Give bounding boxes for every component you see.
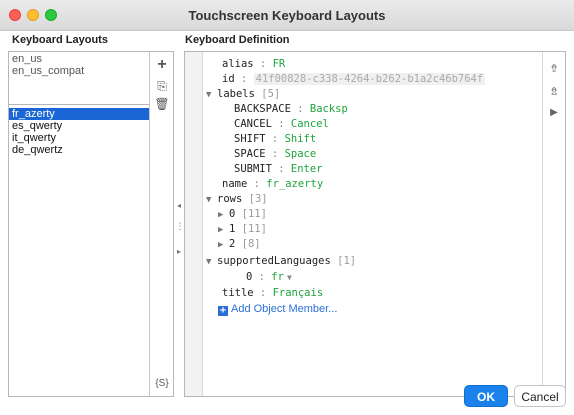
add-object-member-link[interactable]: + Add Object Member...: [218, 302, 337, 317]
tree-key: id: [222, 73, 235, 85]
add-layout-icon[interactable]: +: [150, 56, 174, 74]
tree-count: [5]: [261, 88, 281, 100]
delete-layout-icon[interactable]: 🗑: [150, 97, 174, 111]
tree-value: Français: [272, 287, 324, 299]
tree-count: [8]: [241, 238, 261, 250]
tree-row-rows-item[interactable]: ▶ 2 [8]: [218, 237, 261, 252]
collapse-left-icon[interactable]: ◂: [175, 201, 183, 210]
tree-count: [11]: [241, 208, 267, 220]
tree-count: [11]: [241, 223, 267, 235]
keyboard-layouts-heading: Keyboard Layouts: [12, 34, 108, 46]
language-select[interactable]: fr: [271, 271, 284, 283]
dialog-content: Keyboard Layouts Keyboard Definition en_…: [0, 31, 574, 415]
tree-value: fr_azerty: [266, 178, 324, 190]
window-title: Touchscreen Keyboard Layouts: [188, 8, 386, 23]
tree-value: Backsp: [309, 103, 348, 115]
tree-key: BACKSPACE: [234, 103, 291, 115]
tree-row-title[interactable]: title : Français: [222, 286, 323, 301]
tree-key: title: [222, 287, 254, 299]
list-item[interactable]: de_qwertz: [9, 144, 149, 156]
tree-row-language-item[interactable]: 0 : fr ▼: [246, 270, 292, 285]
keyboard-definition-heading: Keyboard Definition: [185, 34, 290, 46]
definition-panel: alias : FR id : 41f00828-c338-4264-b262-…: [184, 51, 566, 397]
cancel-button[interactable]: Cancel: [514, 385, 566, 407]
tree-row-name[interactable]: name : fr_azerty: [222, 177, 323, 192]
layouts-list[interactable]: en_us en_us_compat fr_azerty es_qwerty i…: [9, 52, 150, 396]
dialog-footer: OK Cancel: [0, 371, 574, 415]
tree-row-rows[interactable]: ▼ rows [3]: [206, 192, 268, 207]
tree-value: 41f00828-c338-4264-b262-b1a2c46b764f: [253, 73, 486, 85]
layouts-toolbar: + ⎘ 🗑 {S}: [150, 52, 174, 396]
expanded-caret-icon[interactable]: ▼: [206, 255, 217, 270]
panel-splitter[interactable]: ◂ ⋮ ▸: [175, 51, 185, 397]
list-item[interactable]: en_us: [9, 53, 149, 65]
tree-value: Space: [284, 148, 317, 160]
tree-row-supported-languages[interactable]: ▼ supportedLanguages [1]: [206, 254, 356, 269]
keyboard-layouts-dialog: Touchscreen Keyboard Layouts Keyboard La…: [0, 0, 574, 415]
tree-value: Shift: [284, 133, 317, 145]
definition-toolbar: ⇮ ⇯ ▶: [542, 52, 565, 396]
list-item[interactable]: es_qwerty: [9, 120, 149, 132]
tree-row-rows-item[interactable]: ▶ 0 [11]: [218, 207, 267, 222]
list-item[interactable]: en_us_compat: [9, 65, 149, 77]
tree-row-label-item[interactable]: SHIFT : Shift: [234, 132, 316, 147]
list-item[interactable]: it_qwerty: [9, 132, 149, 144]
tree-row-label-item[interactable]: BACKSPACE : Backsp: [234, 102, 348, 117]
tree-row-label-item[interactable]: SPACE : Space: [234, 147, 316, 162]
tree-key: labels: [217, 88, 255, 100]
chevron-down-icon[interactable]: ▼: [287, 273, 292, 282]
export-icon[interactable]: ⇮: [543, 62, 565, 75]
tree-row-id[interactable]: id : 41f00828-c338-4264-b262-b1a2c46b764…: [222, 72, 486, 87]
tree-row-alias[interactable]: alias : FR: [222, 57, 285, 72]
tree-value: Cancel: [290, 118, 329, 130]
tree-row-rows-item[interactable]: ▶ 1 [11]: [218, 222, 267, 237]
tree-value: Enter: [290, 163, 323, 175]
custom-layouts-group: fr_azerty es_qwerty it_qwerty de_qwertz: [9, 108, 149, 156]
collapsed-caret-icon[interactable]: ▶: [218, 208, 229, 223]
tree-key: supportedLanguages: [217, 255, 331, 267]
list-item-selected[interactable]: fr_azerty: [9, 108, 149, 120]
tree-value: FR: [272, 58, 286, 70]
layouts-panel: en_us en_us_compat fr_azerty es_qwerty i…: [8, 51, 174, 397]
tree-key: rows: [217, 193, 243, 205]
add-member-label: Add Object Member...: [231, 303, 338, 315]
collapse-right-icon[interactable]: ▸: [175, 247, 183, 256]
tree-key: 2: [229, 238, 236, 250]
tree-key: SUBMIT: [234, 163, 272, 175]
tree-count: [3]: [248, 193, 268, 205]
tree-count: [1]: [337, 255, 357, 267]
definition-tree[interactable]: alias : FR id : 41f00828-c338-4264-b262-…: [202, 52, 544, 396]
tree-key: SHIFT: [234, 133, 266, 145]
tree-key: alias: [222, 58, 254, 70]
tree-key: 1: [229, 223, 236, 235]
plus-icon: +: [218, 305, 228, 316]
tree-row-labels[interactable]: ▼ labels [5]: [206, 87, 280, 102]
tree-row-label-item[interactable]: CANCEL : Cancel: [234, 117, 329, 132]
expanded-caret-icon[interactable]: ▼: [206, 88, 217, 103]
tree-key: 0: [229, 208, 236, 220]
play-icon[interactable]: ▶: [543, 107, 565, 118]
splitter-grip-icon[interactable]: ⋮: [175, 221, 185, 232]
tree-gutter: [185, 52, 203, 396]
tree-key: SPACE: [234, 148, 266, 160]
builtin-layouts-group: en_us en_us_compat: [9, 52, 149, 105]
collapsed-caret-icon[interactable]: ▶: [218, 238, 229, 253]
tree-row-label-item[interactable]: SUBMIT : Enter: [234, 162, 323, 177]
title-bar: Touchscreen Keyboard Layouts: [0, 0, 574, 31]
duplicate-layout-icon[interactable]: ⎘: [150, 79, 174, 94]
import-icon[interactable]: ⇯: [543, 85, 565, 98]
tree-key: name: [222, 178, 248, 190]
expanded-caret-icon[interactable]: ▼: [206, 193, 217, 208]
tree-key: CANCEL: [234, 118, 272, 130]
ok-button[interactable]: OK: [464, 385, 508, 407]
collapsed-caret-icon[interactable]: ▶: [218, 223, 229, 238]
